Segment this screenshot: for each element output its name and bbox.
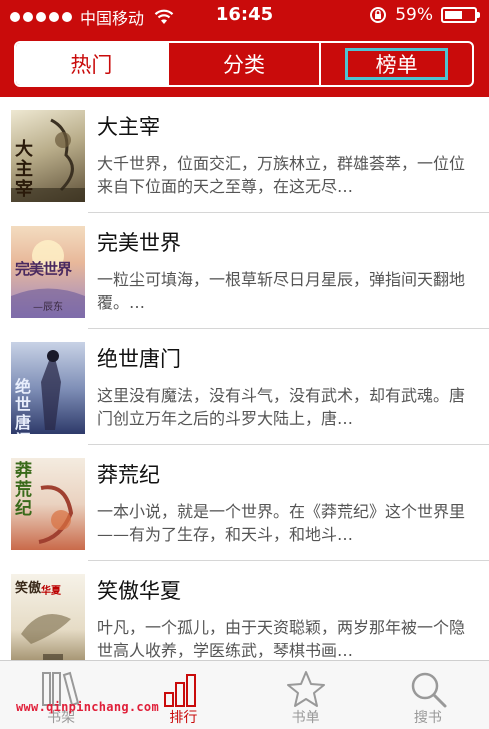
cover-title: 完美世界 xyxy=(15,260,72,278)
book-description: 一粒尘可填海，一根草斩尽日月星辰，弹指间天翻地覆。… xyxy=(97,270,466,312)
book-description: 叶凡，一个孤儿，由于天资聪颖，两岁那年被一个隐世高人收养，学医练武，琴棋书画… xyxy=(97,618,466,660)
book-title: 大主宰 xyxy=(97,115,160,139)
tab-search[interactable]: 搜书 xyxy=(367,661,489,729)
book-cover: 完美世界 —辰东 xyxy=(11,226,85,318)
book-cover: 大主宰 xyxy=(11,110,85,202)
book-title: 完美世界 xyxy=(97,231,181,255)
battery-icon xyxy=(441,7,480,23)
book-item-xiaoaohuaxia[interactable]: 笑傲 华夏 笑傲华夏 叶凡，一个孤儿，由于天资聪颖，两岁那年被一个隐世高人收养，… xyxy=(0,561,489,660)
tab-ranking-label: 榜单 xyxy=(375,53,418,77)
app-header: 中国移动 16:45 59% 热门 分类 榜单 xyxy=(0,0,489,97)
tab-booklist-label: 书单 xyxy=(291,710,320,726)
book-item-manghuangji[interactable]: 莽荒纪 莽荒纪 一本小说，就是一个世界。在《莽荒纪》这个世界里——有为了生存，和… xyxy=(0,445,489,561)
book-item-wanmeishijie[interactable]: 完美世界 —辰东 完美世界 一粒尘可填海，一根草斩尽日月星辰，弹指间天翻地覆。… xyxy=(0,213,489,329)
book-item-jueshitangmen[interactable]: 绝世唐门 绝世唐门 这里没有魔法，没有斗气，没有武术，却有武魂。唐门创立万年之后… xyxy=(0,329,489,445)
book-title: 绝世唐门 xyxy=(97,347,181,371)
tab-ranking-label-bottom: 排行 xyxy=(169,710,198,726)
book-description: 一本小说，就是一个世界。在《莽荒纪》这个世界里——有为了生存，和天斗，和地斗… xyxy=(97,502,466,544)
book-cover: 笑傲 华夏 xyxy=(11,574,85,660)
tab-category-label: 分类 xyxy=(223,53,265,77)
segmented-control: 热门 分类 榜单 xyxy=(14,41,474,87)
ranking-bars-icon xyxy=(164,674,197,707)
tab-category[interactable]: 分类 xyxy=(166,43,320,85)
rotation-lock-icon xyxy=(370,7,387,23)
book-title: 莽荒纪 xyxy=(97,463,160,487)
battery-level xyxy=(445,11,462,19)
tab-hot-label: 热门 xyxy=(70,53,113,77)
star-icon xyxy=(286,671,325,707)
tab-booklist[interactable]: 书单 xyxy=(245,661,367,729)
search-icon xyxy=(411,672,447,708)
watermark-text: www.qinpinchang.com xyxy=(16,700,159,714)
cover-title: 大主宰 xyxy=(15,139,33,200)
book-cover: 绝世唐门 xyxy=(11,342,85,434)
tab-ranking-bottom[interactable]: 排行 xyxy=(122,661,244,729)
book-item-dazhuzai[interactable]: 大主宰 大主宰 大千世界，位面交汇，万族林立，群雄荟萃，一位位来自下位面的天之至… xyxy=(0,97,489,213)
cover-subtitle: 华夏 xyxy=(41,586,61,597)
tab-ranking[interactable]: 榜单 xyxy=(319,43,472,85)
book-title: 笑傲华夏 xyxy=(97,579,181,603)
cover-title: 笑傲 xyxy=(15,581,42,596)
book-list: 大主宰 大主宰 大千世界，位面交汇，万族林立，群雄荟萃，一位位来自下位面的天之至… xyxy=(0,97,489,660)
book-cover: 莽荒纪 xyxy=(11,458,85,550)
tab-bookshelf[interactable]: 书架 xyxy=(0,661,122,729)
status-bar: 中国移动 16:45 59% xyxy=(0,0,489,32)
cover-title: 绝世唐门 xyxy=(15,377,32,435)
book-description: 大千世界，位面交汇，万族林立，群雄荟萃，一位位来自下位面的天之至尊，在这无尽… xyxy=(97,154,466,196)
cover-title: 莽荒纪 xyxy=(15,461,32,519)
bottom-tab-bar: 书架 排行 书单 搜书 xyxy=(0,660,489,729)
book-description: 这里没有魔法，没有斗气，没有武术，却有武魂。唐门创立万年之后的斗罗大陆上，唐… xyxy=(97,386,466,428)
tab-search-label: 搜书 xyxy=(413,710,442,726)
battery-percent: 59% xyxy=(395,5,433,25)
cover-author: —辰东 xyxy=(33,302,63,313)
tab-hot[interactable]: 热门 xyxy=(16,43,167,85)
status-right: 59% xyxy=(369,5,480,25)
